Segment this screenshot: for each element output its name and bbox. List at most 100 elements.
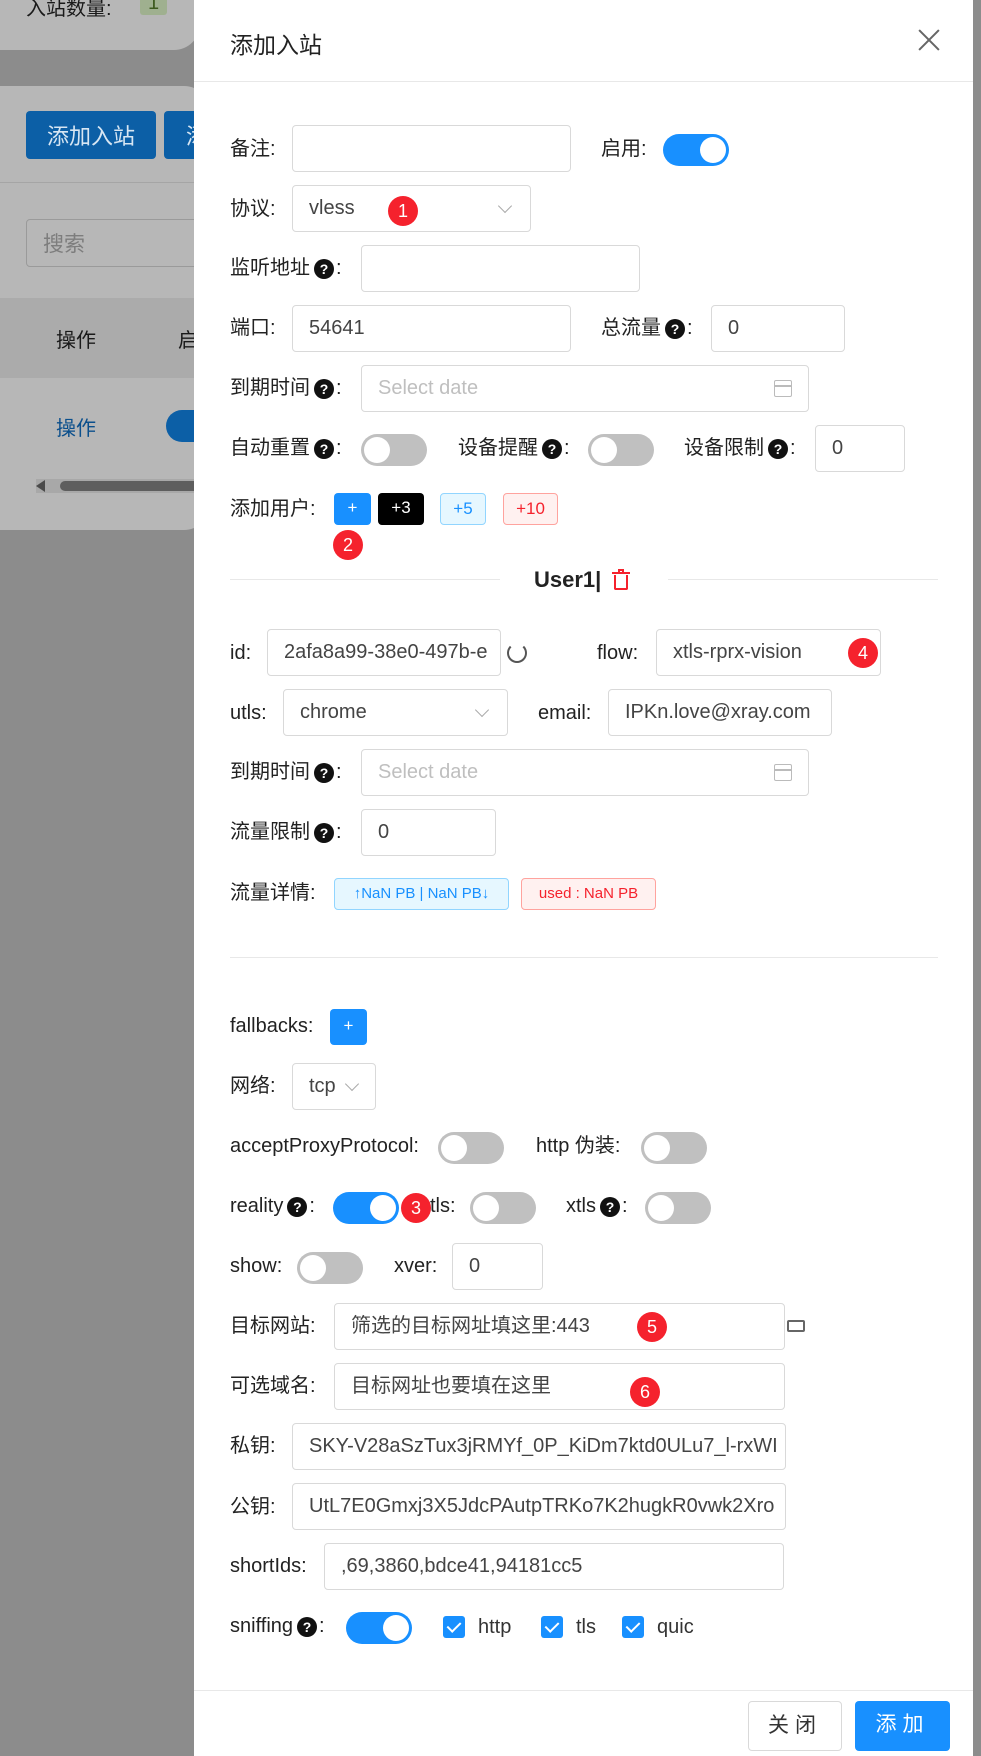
- bg-row-action[interactable]: 操作: [56, 412, 96, 441]
- bg-inbound-count: 1: [140, 0, 168, 15]
- chevron-down-icon: [344, 1076, 360, 1092]
- help-icon[interactable]: ?: [600, 1196, 620, 1217]
- show-label: show:: [230, 1255, 283, 1277]
- short-ids-input[interactable]: ,69,3860,bdce41,94181cc5: [324, 1543, 784, 1590]
- xver-input[interactable]: 0: [452, 1243, 543, 1290]
- email-input[interactable]: IPKn.love@xray.com: [608, 689, 832, 736]
- chevron-down-icon: [474, 702, 490, 718]
- add-user-button[interactable]: +: [334, 493, 371, 525]
- help-icon[interactable]: ?: [768, 438, 788, 459]
- user-divider-right: [668, 579, 938, 580]
- server-names-input[interactable]: 目标网址也要填在这里: [334, 1363, 785, 1410]
- modal-header: 添加入站: [194, 0, 973, 82]
- short-ids-label: shortIds:: [230, 1555, 307, 1577]
- enable-switch[interactable]: [663, 134, 729, 166]
- traffic-used-tag: used : NaN PB: [521, 878, 656, 910]
- protocol-label: 协议:: [230, 198, 276, 220]
- tls-switch[interactable]: [470, 1192, 536, 1224]
- add-10-users-button[interactable]: +10: [503, 493, 558, 525]
- remark-input[interactable]: [292, 125, 571, 172]
- swap-icon[interactable]: [787, 1318, 805, 1334]
- user-divider-left: [230, 579, 500, 580]
- close-button[interactable]: 关闭: [748, 1701, 842, 1751]
- accept-proxy-label: acceptProxyProtocol:: [230, 1135, 419, 1157]
- help-icon[interactable]: ?: [314, 378, 334, 399]
- traffic-limit-input[interactable]: 0: [361, 809, 496, 856]
- public-key-label: 公钥:: [230, 1496, 276, 1518]
- fallbacks-label: fallbacks:: [230, 1015, 314, 1037]
- network-label: 网络:: [230, 1075, 276, 1097]
- bg-add-inbound-button[interactable]: 添加入站: [26, 111, 156, 159]
- total-traffic-input[interactable]: 0: [711, 305, 845, 352]
- help-icon[interactable]: ?: [297, 1616, 318, 1637]
- xtls-switch[interactable]: [645, 1192, 711, 1224]
- add-button[interactable]: 添加: [855, 1701, 950, 1751]
- annotation-badge-6: 6: [630, 1377, 660, 1407]
- bg-scrollbar[interactable]: [36, 479, 206, 493]
- port-input[interactable]: 54641: [292, 305, 571, 352]
- sniff-http-checkbox[interactable]: [443, 1616, 465, 1638]
- show-switch[interactable]: [297, 1252, 363, 1284]
- accept-proxy-switch[interactable]: [438, 1132, 504, 1164]
- public-key-input[interactable]: UtL7E0Gmxj3X5JdcPAutpTRKo7K2hugkR0vwk2Xr…: [292, 1483, 786, 1530]
- device-alert-switch[interactable]: [588, 434, 654, 466]
- add-inbound-modal: 添加入站 备注: 启用: 协议: vless 1 监听地址?: 端口: 5464…: [194, 0, 973, 1756]
- help-icon[interactable]: ?: [314, 258, 334, 279]
- add-user-label: 添加用户:: [230, 498, 316, 520]
- expiry-placeholder: Select date: [378, 377, 479, 399]
- sniff-tls-checkbox[interactable]: [541, 1616, 563, 1638]
- http-camouflage-switch[interactable]: [641, 1132, 707, 1164]
- bg-inbound-count-label: 入站数量:: [26, 0, 112, 20]
- help-icon[interactable]: ?: [314, 438, 334, 459]
- help-icon[interactable]: ?: [542, 438, 562, 459]
- chevron-down-icon: [497, 198, 513, 214]
- help-icon[interactable]: ?: [287, 1196, 308, 1217]
- help-icon[interactable]: ?: [314, 822, 334, 843]
- sniff-tls-label: tls: [576, 1616, 596, 1638]
- add-5-users-button[interactable]: +5: [440, 493, 486, 525]
- sniffing-switch[interactable]: [346, 1612, 412, 1644]
- trash-icon[interactable]: [612, 569, 630, 591]
- annotation-badge-2: 2: [333, 530, 363, 560]
- utls-value: chrome: [300, 701, 367, 723]
- scroll-left-arrow-icon[interactable]: [36, 480, 45, 492]
- user-title: User1|: [534, 567, 602, 592]
- section-divider: [230, 957, 938, 958]
- add-fallback-button[interactable]: +: [330, 1009, 367, 1045]
- close-icon[interactable]: [917, 28, 941, 52]
- bg-search-input[interactable]: 搜索: [26, 219, 216, 267]
- xtls-label: xtls?:: [566, 1195, 628, 1217]
- expiry-date-picker[interactable]: Select date: [361, 365, 809, 412]
- network-select[interactable]: tcp: [292, 1063, 376, 1110]
- device-limit-input[interactable]: 0: [815, 425, 905, 472]
- auto-reset-switch[interactable]: [361, 434, 427, 466]
- add-3-users-button[interactable]: +3: [378, 493, 424, 525]
- device-alert-label: 设备提醒?:: [458, 437, 570, 459]
- reality-switch[interactable]: [333, 1192, 399, 1224]
- sniff-quic-checkbox[interactable]: [622, 1616, 644, 1638]
- id-input[interactable]: 2afa8a99-38e0-497b-e: [267, 629, 501, 676]
- reality-label: reality?:: [230, 1195, 315, 1217]
- device-limit-label: 设备限制?:: [684, 437, 796, 459]
- port-label: 端口:: [230, 317, 276, 339]
- target-site-input[interactable]: 筛选的目标网址填这里:443: [334, 1303, 785, 1350]
- user-expiry-date-picker[interactable]: Select date: [361, 749, 809, 796]
- annotation-badge-3: 3: [401, 1193, 431, 1223]
- server-names-label: 可选域名:: [230, 1375, 316, 1397]
- flow-label: flow:: [597, 642, 639, 664]
- utls-select[interactable]: chrome: [283, 689, 508, 736]
- help-icon[interactable]: ?: [665, 318, 685, 339]
- network-value: tcp: [309, 1075, 336, 1097]
- refresh-icon[interactable]: [507, 643, 527, 663]
- sniff-quic-label: quic: [657, 1616, 694, 1638]
- private-key-input[interactable]: SKY-V28aSzTux3jRMYf_0P_KiDm7ktd0ULu7_l-r…: [292, 1423, 786, 1470]
- traffic-limit-label: 流量限制?:: [230, 821, 342, 843]
- help-icon[interactable]: ?: [314, 762, 334, 783]
- traffic-detail-label: 流量详情:: [230, 882, 316, 904]
- xver-label: xver:: [394, 1255, 438, 1277]
- listen-input[interactable]: [361, 245, 640, 292]
- email-label: email:: [538, 702, 592, 724]
- expiry-label: 到期时间?:: [230, 377, 342, 399]
- bg-divider: [0, 182, 200, 183]
- scroll-thumb[interactable]: [60, 481, 206, 491]
